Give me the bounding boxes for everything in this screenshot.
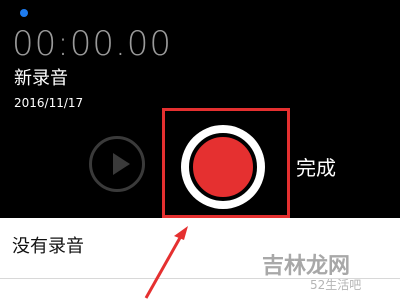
play-icon (113, 153, 130, 175)
recorder-panel: 00:00.00 新录音 2016/11/17 完成 (0, 0, 400, 218)
record-icon (189, 133, 257, 201)
recording-name: 新录音 (14, 68, 68, 89)
arrow-shaft (144, 235, 183, 299)
watermark-sub: 52生活吧 (310, 278, 362, 292)
status-dot (20, 9, 28, 17)
empty-list-text: 没有录音 (12, 236, 84, 257)
done-button[interactable]: 完成 (296, 152, 336, 181)
annotation-arrow-icon (144, 226, 188, 299)
recording-date: 2016/11/17 (14, 96, 84, 110)
timer-display: 00:00.00 (12, 24, 173, 64)
play-button[interactable] (89, 136, 145, 192)
record-button[interactable] (181, 125, 265, 209)
